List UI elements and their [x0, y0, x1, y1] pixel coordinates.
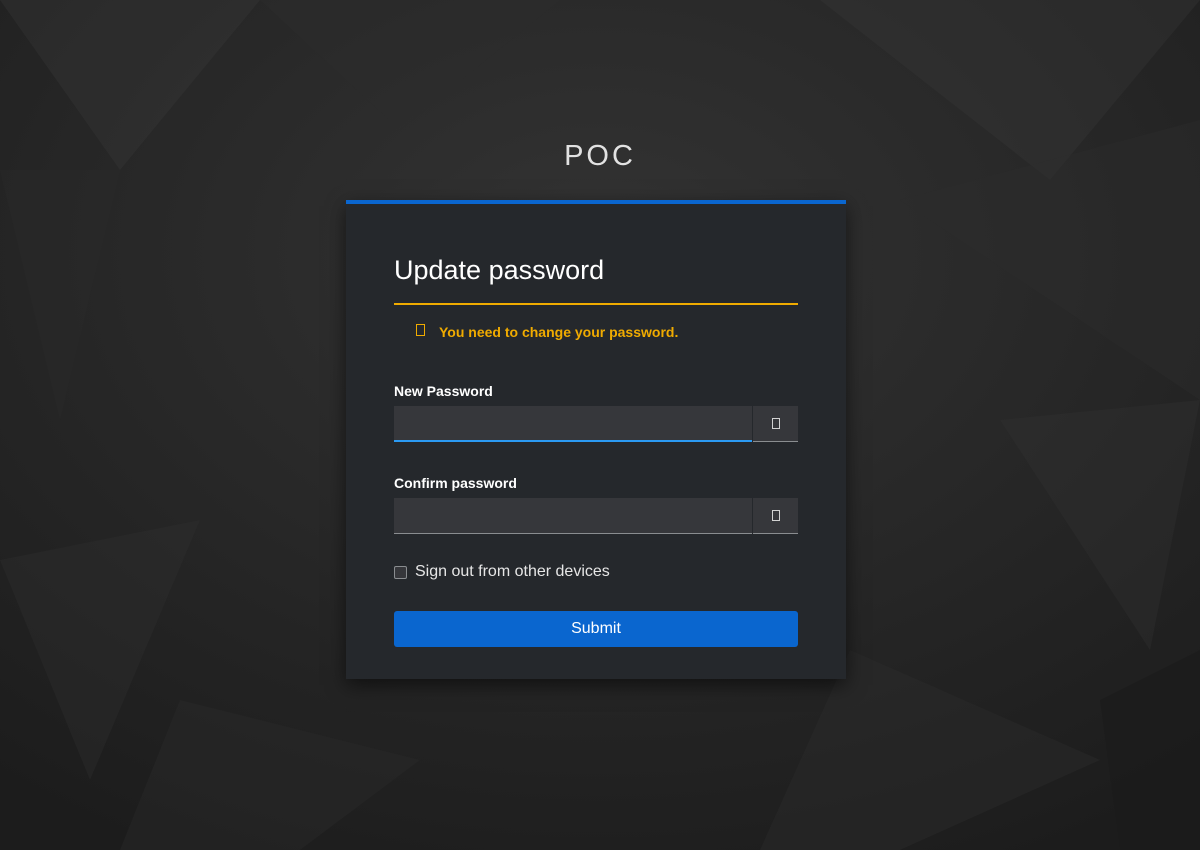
new-password-group [394, 406, 798, 442]
warning-icon [416, 324, 425, 336]
password-change-alert: You need to change your password. [416, 324, 678, 340]
eye-icon [771, 418, 780, 429]
confirm-password-label: Confirm password [394, 475, 517, 491]
title-divider [394, 303, 798, 305]
show-confirm-password-button[interactable] [753, 498, 798, 534]
update-password-card: Update password You need to change your … [346, 200, 846, 679]
new-password-label: New Password [394, 383, 493, 399]
logout-sessions-row[interactable]: Sign out from other devices [394, 563, 610, 581]
logout-sessions-label[interactable]: Sign out from other devices [415, 563, 610, 581]
confirm-password-input[interactable] [394, 498, 752, 534]
logout-sessions-checkbox[interactable] [394, 565, 407, 579]
eye-icon [771, 510, 780, 521]
brand-title: POC [564, 140, 636, 172]
alert-message: You need to change your password. [439, 324, 679, 340]
submit-button[interactable]: Submit [394, 611, 798, 647]
show-new-password-button[interactable] [753, 406, 798, 442]
confirm-password-group [394, 498, 798, 534]
new-password-input[interactable] [394, 406, 752, 442]
form-title: Update password [394, 255, 605, 285]
